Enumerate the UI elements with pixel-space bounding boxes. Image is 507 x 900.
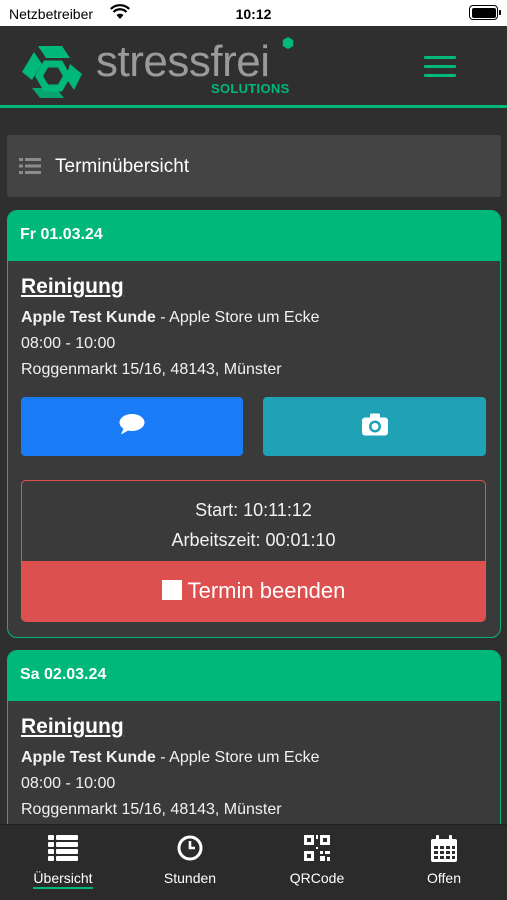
calendar-icon (430, 835, 458, 868)
tab-hours[interactable]: Stunden (127, 825, 253, 900)
customer-location: - Apple Store um Ecke (155, 749, 320, 766)
appointment-address: Roggenmarkt 15/16, 48143, Münster (21, 361, 282, 378)
main-content: Terminübersicht Fr 01.03.24 Reinigung Ap… (0, 108, 507, 824)
appointment-title[interactable]: Reinigung (21, 275, 487, 299)
chat-bubble-icon (119, 413, 145, 440)
page-title: Terminübersicht (55, 156, 190, 177)
action-buttons (21, 397, 487, 457)
timer-info: Start: 10:11:12 Arbeitszeit: 00:01:10 (22, 481, 485, 561)
appointment-time: 08:00 - 10:00 (21, 775, 116, 792)
appointment-customer-line: Apple Test Kunde - Apple Store um Ecke (21, 305, 487, 331)
logo-subtitle: SOLUTIONS (211, 81, 290, 96)
customer-location: - Apple Store um Ecke (155, 309, 320, 326)
logo-text: stressfrei (96, 37, 270, 86)
clock-icon (177, 835, 203, 866)
appointment-card: Fr 01.03.24 Reinigung Apple Test Kunde -… (7, 210, 501, 638)
appointment-date: Fr 01.03.24 (8, 211, 500, 261)
appointment-card: Sa 02.03.24 Reinigung Apple Test Kunde -… (7, 650, 501, 824)
qrcode-icon (304, 835, 330, 866)
status-bar: Netzbetreiber 10:12 (0, 0, 507, 26)
appointment-time: 08:00 - 10:00 (21, 335, 116, 352)
camera-button[interactable] (263, 397, 486, 456)
tab-open[interactable]: Offen (381, 825, 507, 900)
work-duration: Arbeitszeit: 00:01:10 (171, 530, 336, 550)
overview-header: Terminübersicht (7, 135, 501, 197)
appointment-date: Sa 02.03.24 (8, 651, 500, 701)
appointment-title[interactable]: Reinigung (21, 715, 487, 739)
list-icon (48, 835, 78, 866)
message-button[interactable] (21, 397, 243, 456)
timer-panel: Start: 10:11:12 Arbeitszeit: 00:01:10 Te… (21, 480, 486, 622)
app-header: stressfrei SOLUTIONS (0, 26, 507, 108)
tab-hours-label: Stunden (163, 870, 217, 886)
tab-qrcode[interactable]: QRCode (254, 825, 380, 900)
battery-icon (469, 5, 501, 20)
customer-name: Apple Test Kunde (21, 749, 156, 766)
appointment-address: Roggenmarkt 15/16, 48143, Münster (21, 801, 282, 818)
appointment-customer-line: Apple Test Kunde - Apple Store um Ecke (21, 745, 487, 771)
stop-icon (161, 580, 182, 600)
tab-overview[interactable]: Übersicht (0, 825, 126, 900)
hamburger-menu-button[interactable] (424, 56, 456, 80)
clock-label: 10:12 (235, 6, 272, 22)
tab-open-label: Offen (427, 870, 461, 886)
list-icon (19, 158, 41, 179)
tab-qrcode-label: QRCode (289, 870, 345, 886)
tab-overview-label: Übersicht (33, 870, 93, 889)
logo-hexagon-icon (282, 36, 294, 54)
customer-name: Apple Test Kunde (21, 309, 156, 326)
end-appointment-button[interactable]: Termin beenden (22, 561, 485, 621)
start-time: Start: 10:11:12 (195, 500, 312, 520)
camera-icon (361, 413, 388, 440)
bottom-tab-bar: Übersicht Stunden QRCode Offen (0, 824, 507, 900)
logo-mark-icon (20, 44, 84, 105)
end-appointment-label: Termin beenden (187, 578, 346, 603)
